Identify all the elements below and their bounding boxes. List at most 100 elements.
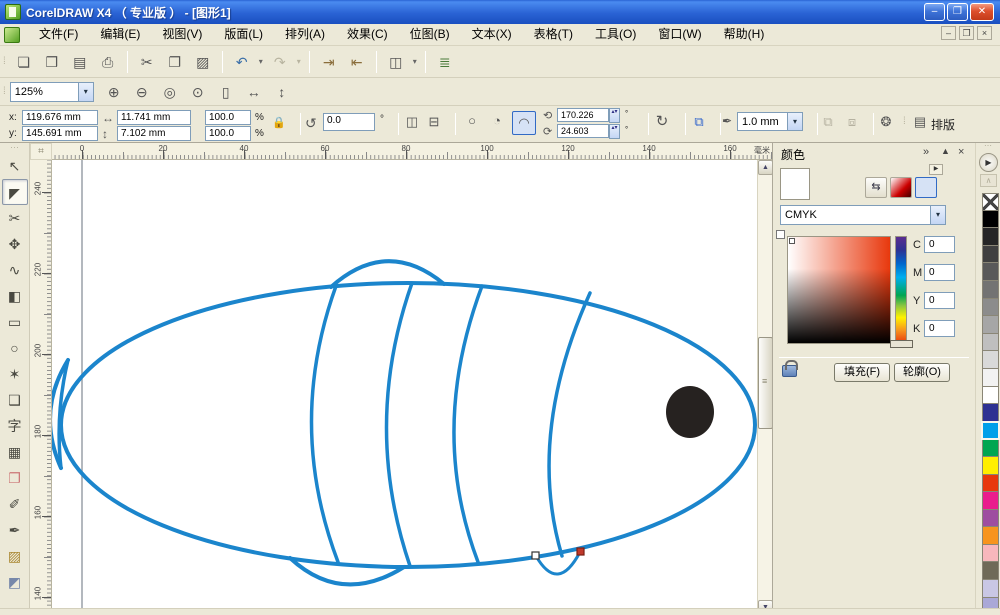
zoom-all-objects-icon[interactable]: ⊙ <box>186 80 210 104</box>
outline-width-combo[interactable]: 1.0 mm ▾ <box>737 112 803 131</box>
canvas-vertical-scrollbar[interactable]: ▲ ▼ <box>757 160 772 615</box>
zoom-page-height-icon[interactable]: ↕ <box>270 80 294 104</box>
start-angle-spinner[interactable]: ▴▾ <box>609 108 620 123</box>
menu-arrange[interactable]: 排列(A) <box>274 24 336 45</box>
menu-effects[interactable]: 效果(C) <box>336 24 399 45</box>
docker-rollup-icon[interactable]: ▲ <box>941 146 950 156</box>
interactive-fill-tool[interactable]: ◩ <box>2 569 28 595</box>
zoom-page-icon[interactable]: ▯ <box>214 80 238 104</box>
color-palettes-button[interactable] <box>915 177 937 198</box>
app-launcher-icon[interactable]: ◫ <box>384 50 408 74</box>
curve-node-handle-left[interactable] <box>532 552 539 559</box>
palette-swatch[interactable] <box>982 457 999 475</box>
zoom-selected-icon[interactable]: ◎ <box>158 80 182 104</box>
saturation-brightness-square[interactable] <box>787 236 891 344</box>
fill-tool[interactable]: ▨ <box>2 543 28 569</box>
fill-button[interactable]: 填充(F) <box>834 363 890 382</box>
ellipse-tool[interactable]: ○ <box>2 335 28 361</box>
ellipse-mode-button[interactable]: ○ <box>462 112 482 132</box>
crop-tool[interactable]: ✂ <box>2 205 28 231</box>
color-sliders-view-button[interactable]: ⇆ <box>865 177 887 198</box>
magenta-field[interactable]: 0 <box>924 264 955 281</box>
options-icon[interactable]: ≣ <box>433 50 457 74</box>
palette-swatch[interactable] <box>982 281 999 299</box>
horizontal-ruler[interactable]: 0 20 40 60 80 100 120 140 160 毫米 <box>52 143 772 160</box>
palette-swatch[interactable] <box>982 316 999 334</box>
scrollbar-thumb[interactable] <box>758 337 773 429</box>
outline-button[interactable]: 轮廓(O) <box>894 363 950 382</box>
end-angle-spinner[interactable]: ▴▾ <box>609 124 620 139</box>
undo-icon[interactable]: ↶ <box>230 50 254 74</box>
docker-close-icon[interactable]: × <box>958 146 964 158</box>
no-color-swatch[interactable] <box>982 193 999 211</box>
paste-icon[interactable]: ▨ <box>191 50 215 74</box>
curve-node-handle-right[interactable] <box>577 548 584 555</box>
toolbar-drag-handle[interactable]: ⁞ <box>3 56 5 67</box>
menu-table[interactable]: 表格(T) <box>523 24 584 45</box>
order-icon[interactable]: ⧉ <box>689 113 709 133</box>
new-document-icon[interactable]: ❏ <box>12 50 36 74</box>
export-icon[interactable]: ⇤ <box>345 50 369 74</box>
palette-swatch[interactable] <box>982 527 999 545</box>
undo-dropdown-icon[interactable]: ▾ <box>256 57 266 66</box>
save-icon[interactable]: ▤ <box>68 50 92 74</box>
toolbar-drag-handle[interactable]: ⁞ <box>3 86 5 97</box>
cut-icon[interactable]: ✂ <box>135 50 159 74</box>
toolbar-drag-handle[interactable]: ⁞ <box>903 116 905 127</box>
color-model-arrow-icon[interactable]: ▾ <box>930 206 945 224</box>
print-icon[interactable]: ⎙ <box>96 50 120 74</box>
palette-swatch[interactable] <box>982 246 999 264</box>
y-position-field[interactable]: 145.691 mm <box>22 126 98 141</box>
smart-fill-tool[interactable]: ◧ <box>2 283 28 309</box>
palette-swatch[interactable] <box>982 492 999 510</box>
palette-swatch-selected[interactable] <box>982 422 999 440</box>
menu-layout[interactable]: 版面(L) <box>213 24 274 45</box>
palette-drag-handle[interactable]: ⋯ <box>976 143 1000 151</box>
mirror-vertical-icon[interactable]: ⊟ <box>424 113 444 133</box>
outline-pen-tool[interactable]: ✒ <box>2 517 28 543</box>
x-position-field[interactable]: 119.676 mm <box>22 110 98 125</box>
fish-stripe-2[interactable] <box>386 283 412 566</box>
doc-minimize-button[interactable]: – <box>941 26 956 40</box>
palette-flyout-icon[interactable]: ▶ <box>979 153 998 172</box>
restore-button[interactable]: ❐ <box>947 3 968 21</box>
scale-v-field[interactable]: 100.0 <box>205 126 251 141</box>
ruler-origin-icon[interactable]: ⌗ <box>30 143 52 160</box>
zoom-page-width-icon[interactable]: ↔ <box>242 80 266 104</box>
pick-tool[interactable]: ↖ <box>2 153 28 179</box>
polygon-tool[interactable]: ✶ <box>2 361 28 387</box>
drawing-canvas[interactable] <box>52 160 757 615</box>
palette-swatch[interactable] <box>982 228 999 246</box>
zoom-out-icon[interactable]: ⊖ <box>130 80 154 104</box>
palette-swatch[interactable] <box>982 404 999 422</box>
blend-tool[interactable]: ❐ <box>2 465 28 491</box>
doc-close-button[interactable]: × <box>977 26 992 40</box>
scale-h-field[interactable]: 100.0 <box>205 110 251 125</box>
palette-swatch[interactable] <box>982 580 999 598</box>
menu-view[interactable]: 视图(V) <box>151 24 213 45</box>
hue-slider-handle[interactable] <box>890 340 913 348</box>
vertical-ruler[interactable]: 240 220 200 180 160 140 <box>30 160 52 615</box>
zoom-in-icon[interactable]: ⊕ <box>102 80 126 104</box>
menu-tools[interactable]: 工具(O) <box>584 24 647 45</box>
palette-swatch[interactable] <box>982 387 999 405</box>
fish-stripe-1[interactable] <box>311 286 338 562</box>
minimize-button[interactable]: – <box>924 3 945 21</box>
fish-stripe-4[interactable] <box>549 293 590 556</box>
scale-lock-icon[interactable]: 🔒 <box>272 116 286 129</box>
hue-slider[interactable] <box>895 236 907 344</box>
rectangle-tool[interactable]: ▭ <box>2 309 28 335</box>
palette-swatch[interactable] <box>982 510 999 528</box>
picker-flyout-icon[interactable]: ▶ <box>929 164 943 175</box>
palette-swatch[interactable] <box>982 562 999 580</box>
fish-eye[interactable] <box>666 386 714 438</box>
menu-bitmaps[interactable]: 位图(B) <box>399 24 461 45</box>
doc-restore-button[interactable]: ❐ <box>959 26 974 40</box>
redo-dropdown-icon[interactable]: ▾ <box>294 57 304 66</box>
layout-icon[interactable]: ▤ <box>910 113 930 133</box>
pan-tool[interactable]: ✥ <box>2 231 28 257</box>
open-icon[interactable]: ❒ <box>40 50 64 74</box>
pie-mode-button[interactable]: ◔ <box>487 112 507 132</box>
menu-file[interactable]: 文件(F) <box>28 24 89 45</box>
yellow-field[interactable]: 0 <box>924 292 955 309</box>
